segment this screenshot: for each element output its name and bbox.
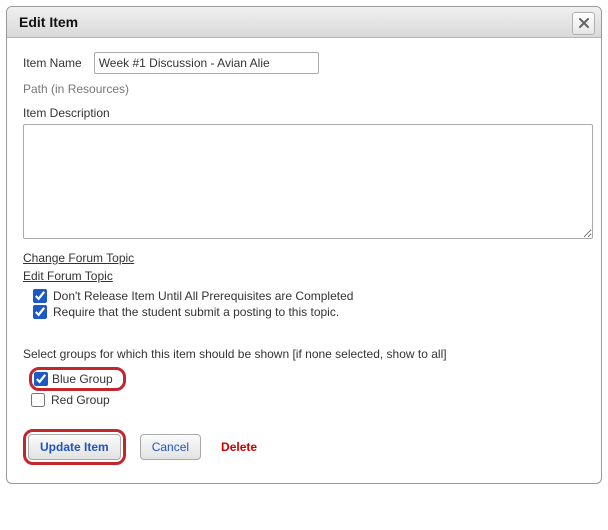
close-icon bbox=[579, 17, 589, 31]
item-description-textarea[interactable] bbox=[23, 124, 593, 239]
item-name-input[interactable] bbox=[94, 52, 319, 74]
close-button[interactable] bbox=[572, 12, 595, 35]
prereq-checkbox[interactable] bbox=[33, 289, 47, 303]
item-name-label: Item Name bbox=[23, 56, 82, 70]
delete-link[interactable]: Delete bbox=[221, 440, 257, 454]
require-posting-checkbox[interactable] bbox=[33, 305, 47, 319]
cancel-button[interactable]: Cancel bbox=[140, 434, 201, 460]
highlight-update-button: Update Item bbox=[23, 429, 126, 465]
group-label-blue: Blue Group bbox=[52, 372, 113, 386]
group-checkbox-blue[interactable] bbox=[34, 372, 48, 386]
group-checkbox-red[interactable] bbox=[31, 393, 45, 407]
dialog-title: Edit Item bbox=[19, 14, 589, 30]
group-select-prompt: Select groups for which this item should… bbox=[23, 347, 585, 361]
item-description-label: Item Description bbox=[23, 106, 585, 120]
prereq-label: Don't Release Item Until All Prerequisit… bbox=[53, 289, 353, 303]
update-item-button[interactable]: Update Item bbox=[28, 434, 121, 460]
change-forum-topic-link[interactable]: Change Forum Topic bbox=[23, 251, 134, 265]
edit-item-dialog: Edit Item Item Name Path (in Resources) … bbox=[6, 6, 602, 484]
group-label-red: Red Group bbox=[51, 393, 110, 407]
path-label: Path (in Resources) bbox=[23, 82, 585, 96]
dialog-titlebar: Edit Item bbox=[7, 7, 601, 38]
dialog-body: Item Name Path (in Resources) Item Descr… bbox=[7, 38, 601, 483]
edit-forum-topic-link[interactable]: Edit Forum Topic bbox=[23, 269, 113, 283]
require-posting-label: Require that the student submit a postin… bbox=[53, 305, 339, 319]
highlight-blue-group: Blue Group bbox=[29, 367, 126, 391]
